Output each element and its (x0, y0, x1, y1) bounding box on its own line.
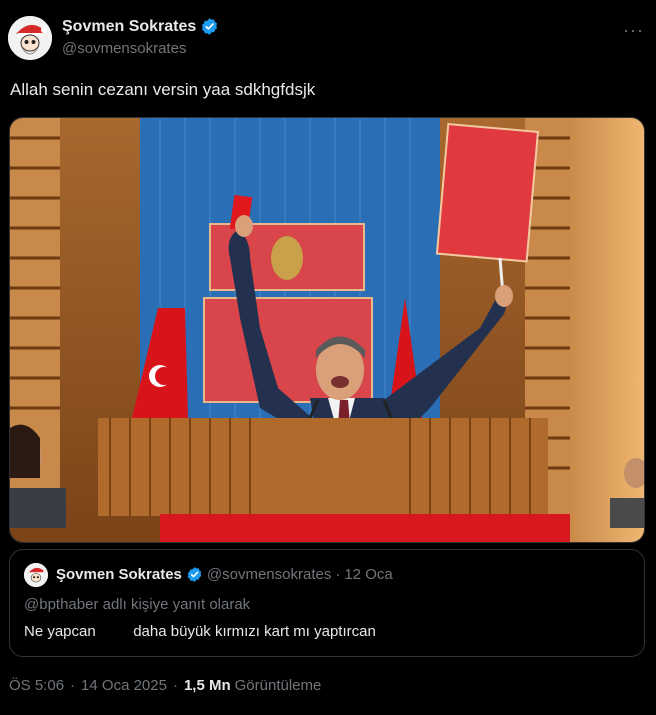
santa-avatar-icon (8, 16, 52, 60)
verified-badge-icon (187, 567, 202, 582)
tweet-time[interactable]: ÖS 5:06 (9, 677, 64, 694)
tweet-text: Allah senin cezanı versin yaa sdkhgfdsjk (10, 80, 316, 99)
separator-dot: · (70, 677, 76, 694)
quoted-tweet-text: Ne yapcan daha büyük kırmızı kart mı yap… (24, 623, 376, 640)
tweet-header: Şovmen Sokrates @sovmensokrates ··· (8, 14, 648, 64)
author-handle[interactable]: @sovmensokrates (62, 40, 186, 57)
tweet-meta: ÖS 5:06 · 14 Oca 2025 · 1,5 Mn Görüntüle… (9, 677, 321, 694)
reply-context: @bpthaber adlı kişiye yanıt olarak (24, 596, 251, 613)
views-label: Görüntüleme (234, 677, 322, 694)
more-options-icon[interactable]: ··· (623, 20, 644, 41)
politician-photo-icon (10, 118, 644, 542)
quoted-author-name: Şovmen Sokrates (56, 566, 182, 583)
tweet-media-photo[interactable] (9, 117, 645, 543)
separator-dot: · (335, 566, 341, 583)
santa-avatar-icon (24, 563, 48, 587)
verified-badge-icon (202, 18, 218, 35)
quoted-author-avatar (24, 563, 48, 587)
author-name[interactable]: Şovmen Sokrates (62, 18, 196, 36)
quoted-date: 12 Oca (344, 566, 393, 583)
author-avatar[interactable] (8, 16, 52, 60)
separator-dot: · (172, 677, 178, 694)
quoted-tweet[interactable]: Şovmen Sokrates @sovmensokrates · 12 Oca… (9, 549, 645, 657)
quoted-author-handle: @sovmensokrates (206, 566, 332, 583)
views-count: 1,5 Mn (183, 677, 231, 694)
tweet-date[interactable]: 14 Oca 2025 (81, 677, 167, 694)
